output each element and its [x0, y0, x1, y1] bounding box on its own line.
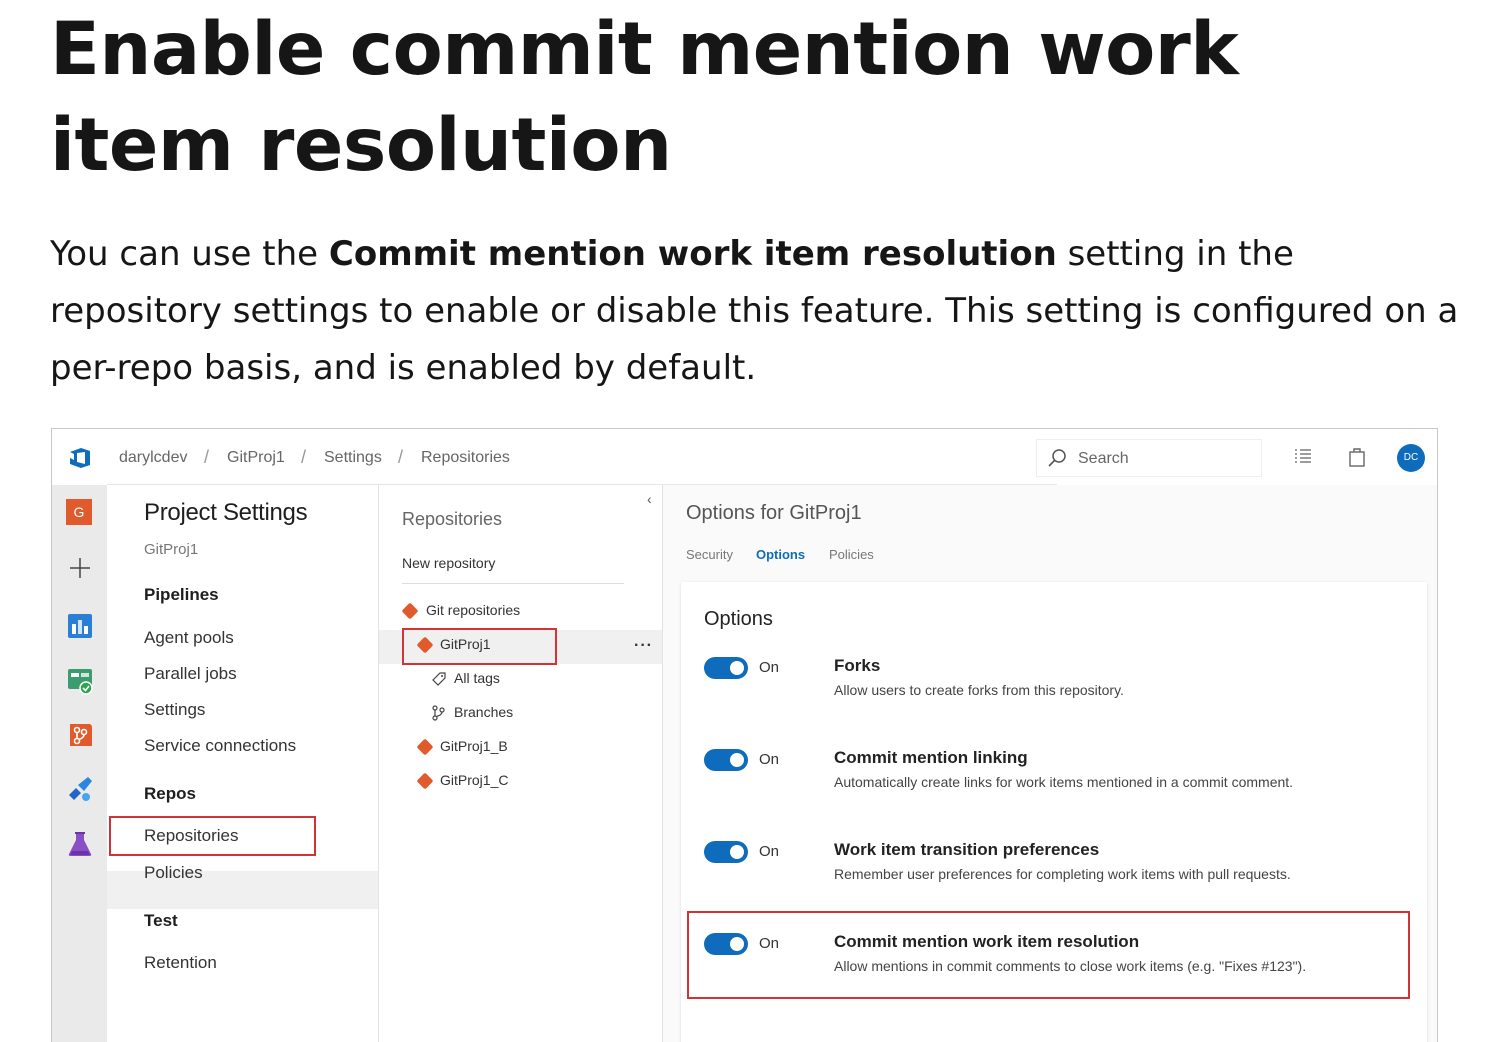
highlight-box-repositories	[109, 816, 316, 856]
new-repository-button[interactable]: New repository	[402, 555, 495, 571]
test-plans-icon[interactable]	[66, 830, 94, 858]
setting-title: Work item transition preferences	[834, 840, 1100, 859]
nav-item-parallel-jobs[interactable]: Parallel jobs	[144, 664, 237, 684]
page-title: Enable commit mention work item resoluti…	[50, 7, 1239, 188]
nav-item-policies[interactable]: Policies	[144, 863, 203, 883]
collapse-panel-icon[interactable]: ‹	[647, 491, 652, 507]
nav-section-test: Test	[144, 911, 178, 930]
breadcrumb-repositories[interactable]: Repositories	[421, 449, 510, 467]
left-rail: G	[52, 485, 107, 1042]
nav-section-repos: Repos	[144, 784, 196, 803]
repo-item-gitproj1-c[interactable]: GitProj1_C	[440, 772, 508, 788]
forks-toggle[interactable]	[704, 657, 748, 679]
repos-icon[interactable]	[66, 721, 94, 749]
toggle-state-label: On	[759, 843, 780, 860]
nav-item-service-connections[interactable]: Service connections	[144, 736, 296, 756]
boards-icon[interactable]	[66, 612, 94, 640]
setting-title: Forks	[834, 656, 881, 675]
project-settings-nav: Project Settings GitProj1 Pipelines Agen…	[107, 485, 379, 1042]
search-icon	[1048, 449, 1066, 467]
options-title: Options for GitProj1	[686, 502, 862, 524]
repo-child-all-tags[interactable]: All tags	[454, 670, 500, 686]
options-card: Options On Forks Allow users to create f…	[681, 582, 1427, 1042]
repos-title: Repositories	[402, 509, 503, 529]
setting-description: Automatically create links for work item…	[834, 774, 1294, 790]
deploy-icon[interactable]	[66, 775, 94, 803]
repo-item-gitproj1-b[interactable]: GitProj1_B	[440, 738, 508, 754]
intro-setting-name: Commit mention work item resolution	[328, 234, 1057, 274]
nav-item-retention[interactable]: Retention	[144, 953, 217, 973]
breadcrumb-separator: /	[204, 447, 210, 467]
git-icon	[401, 602, 419, 620]
breadcrumb-separator: /	[398, 447, 404, 467]
setting-description: Allow users to create forks from this re…	[834, 682, 1124, 698]
setting-row-forks: On Forks Allow users to create forks fro…	[681, 654, 1427, 714]
pipelines-icon[interactable]	[66, 667, 94, 695]
repo-child-branches[interactable]: Branches	[454, 704, 513, 720]
tag-icon	[432, 672, 446, 686]
branch-icon	[432, 705, 445, 721]
nav-subtitle: GitProj1	[144, 541, 199, 558]
toggle-state-label: On	[759, 659, 780, 676]
highlight-box-commit-mention-resolution	[687, 911, 1410, 999]
task-list-icon[interactable]	[1293, 446, 1313, 466]
intro-prefix: You can use the	[50, 234, 329, 274]
intro-paragraph: You can use the Commit mention work item…	[50, 226, 1470, 397]
azure-devops-logo-icon[interactable]	[67, 445, 93, 471]
nav-title: Project Settings	[144, 499, 308, 526]
top-bar: darylcdev / GitProj1 / Settings / Reposi…	[52, 429, 1437, 485]
project-icon[interactable]: G	[66, 499, 92, 525]
setting-title: Commit mention linking	[834, 748, 1028, 767]
breadcrumb-settings[interactable]: Settings	[324, 449, 382, 467]
tab-options[interactable]: Options	[756, 547, 805, 562]
options-card-title: Options	[704, 608, 773, 630]
git-repositories-group[interactable]: Git repositories	[426, 602, 520, 618]
options-panel: Options for GitProj1 Security Options Po…	[663, 485, 1437, 1042]
nav-item-settings[interactable]: Settings	[144, 700, 205, 720]
git-icon	[416, 738, 434, 756]
setting-row-commit-mention-linking: On Commit mention linking Automatically …	[681, 746, 1427, 806]
marketplace-bag-icon[interactable]	[1347, 446, 1367, 468]
git-icon	[416, 772, 434, 790]
azure-devops-screenshot: darylcdev / GitProj1 / Settings / Reposi…	[51, 428, 1438, 1042]
toggle-state-label: On	[759, 751, 780, 768]
more-actions-icon[interactable]: ···	[634, 637, 653, 655]
search-placeholder: Search	[1078, 450, 1129, 467]
nav-item-agent-pools[interactable]: Agent pools	[144, 628, 234, 648]
nav-section-pipelines: Pipelines	[144, 585, 219, 604]
setting-row-work-item-transition: On Work item transition preferences Reme…	[681, 838, 1427, 898]
tab-security[interactable]: Security	[686, 547, 733, 562]
commit-mention-linking-toggle[interactable]	[704, 749, 748, 771]
setting-description: Remember user preferences for completing…	[834, 866, 1291, 882]
highlight-box-gitproj1	[402, 628, 557, 665]
work-item-transition-toggle[interactable]	[704, 841, 748, 863]
breadcrumb-separator: /	[301, 447, 307, 467]
tab-policies[interactable]: Policies	[829, 547, 874, 562]
search-input[interactable]: Search	[1036, 439, 1262, 477]
avatar[interactable]: DC	[1397, 444, 1425, 472]
divider	[402, 583, 624, 584]
add-icon[interactable]	[66, 554, 94, 582]
breadcrumb-project[interactable]: GitProj1	[227, 449, 285, 467]
repositories-panel: ‹ Repositories New repository Git reposi…	[379, 485, 663, 1042]
breadcrumb-org[interactable]: darylcdev	[119, 449, 187, 467]
